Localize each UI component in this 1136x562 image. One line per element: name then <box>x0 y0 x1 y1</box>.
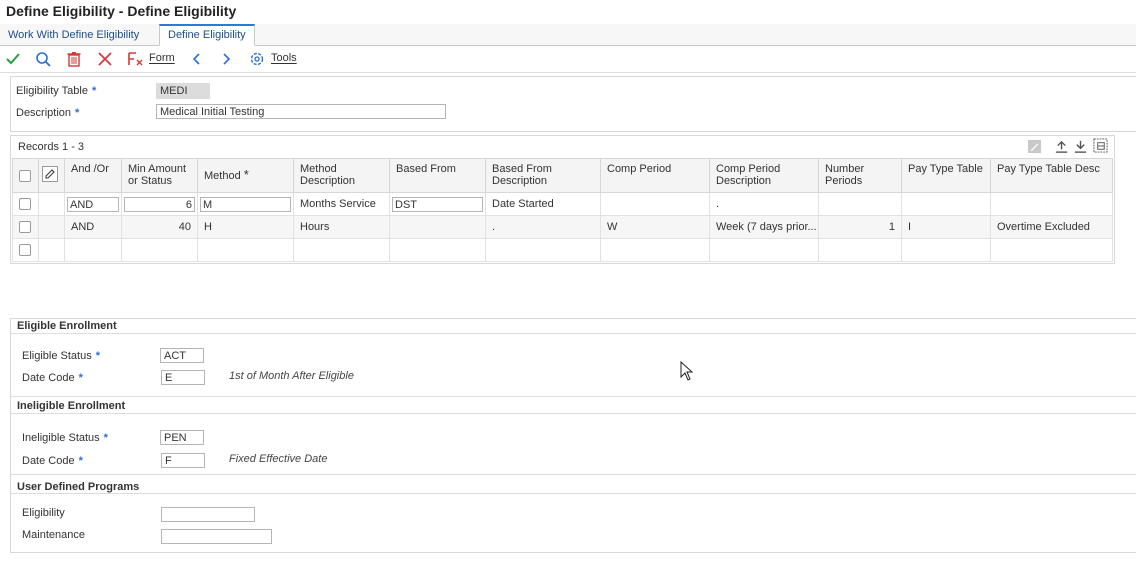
min-amount-cell[interactable]: 40 <box>121 215 198 239</box>
method-input[interactable]: M <box>200 196 291 212</box>
eligible-date-code-description: 1st of Month After Eligible <box>229 370 354 382</box>
download-icon[interactable] <box>1073 139 1088 154</box>
upload-icon[interactable] <box>1054 139 1069 154</box>
tools-menu-label[interactable]: Tools <box>271 52 297 64</box>
col-method[interactable]: Method * <box>197 158 294 193</box>
search-icon[interactable] <box>35 51 51 67</box>
pay-type-table-cell[interactable] <box>901 192 991 216</box>
ineligible-status-input[interactable]: PEN <box>160 430 204 445</box>
grid-header-row: And /Or Min Amount or Status Method * Me… <box>12 158 1113 193</box>
ineligible-date-code-description: Fixed Effective Date <box>229 453 328 465</box>
comp-period-description-cell: . <box>709 192 819 216</box>
col-number-periods[interactable]: Number Periods <box>818 158 902 193</box>
row-checkbox[interactable] <box>12 215 39 239</box>
tab-bar: Work With Define Eligibility Define Elig… <box>0 24 1136 46</box>
tab-define-eligibility[interactable]: Define Eligibility <box>159 24 255 46</box>
row-edit-cell <box>38 215 65 239</box>
section-divider <box>11 413 1136 414</box>
col-based-from[interactable]: Based From <box>389 158 486 193</box>
grid-format-icon[interactable] <box>1093 138 1108 153</box>
number-periods-cell[interactable]: 1 <box>818 215 902 239</box>
col-method-description[interactable]: Method Description <box>293 158 390 193</box>
eligible-status-label: Eligible Status * <box>22 350 100 362</box>
eligible-enrollment-title: Eligible Enrollment <box>17 320 117 332</box>
col-based-from-description[interactable]: Based From Description <box>485 158 601 193</box>
pay-type-table-cell[interactable]: I <box>901 215 991 239</box>
based-from-description-cell: . <box>485 215 601 239</box>
table-row[interactable]: AND 40 H Hours . W Week (7 days prior...… <box>12 215 1113 239</box>
min-amount-input[interactable]: 6 <box>124 196 195 212</box>
section-divider <box>11 396 1136 397</box>
eligible-date-code-input[interactable]: E <box>161 370 205 385</box>
ok-check-icon[interactable] <box>5 51 21 67</box>
pay-type-table-desc-cell <box>990 192 1113 216</box>
form-menu-icon[interactable] <box>127 51 143 67</box>
method-cell[interactable]: H <box>197 215 294 239</box>
row-checkbox[interactable] <box>12 192 39 216</box>
user-defined-programs-title: User Defined Programs <box>17 481 140 493</box>
ineligible-date-code-label: Date Code * <box>22 455 83 467</box>
based-from-description-cell: Date Started <box>485 192 601 216</box>
row-checkbox[interactable] <box>12 238 39 262</box>
description-input[interactable]: Medical Initial Testing <box>156 104 446 119</box>
toolbar: Form Tools <box>0 46 1136 73</box>
col-comp-period[interactable]: Comp Period <box>600 158 710 193</box>
edit-grid-icon[interactable] <box>1027 139 1042 154</box>
description-label: Description * <box>16 107 80 119</box>
eligibility-table-label: Eligibility Table * <box>16 85 97 97</box>
eligibility-table-field: MEDI <box>156 83 210 99</box>
row-edit-header <box>38 158 65 193</box>
comp-period-cell[interactable] <box>600 192 710 216</box>
gear-icon[interactable] <box>249 51 265 67</box>
pencil-icon <box>42 166 58 182</box>
eligibility-program-input[interactable] <box>161 507 255 522</box>
method-description-cell: Months Service <box>293 192 390 216</box>
col-min-amount[interactable]: Min Amount or Status <box>121 158 198 193</box>
col-comp-period-description[interactable]: Comp Period Description <box>709 158 819 193</box>
ineligible-status-label: Ineligible Status * <box>22 432 108 444</box>
col-and-or[interactable]: And /Or <box>64 158 122 193</box>
records-count: Records 1 - 3 <box>18 141 85 153</box>
row-edit-cell <box>38 192 65 216</box>
maintenance-program-label: Maintenance <box>22 529 85 541</box>
cancel-x-icon[interactable] <box>97 51 113 67</box>
col-pay-type-table[interactable]: Pay Type Table <box>901 158 991 193</box>
eligibility-program-label: Eligibility <box>22 507 65 519</box>
section-divider <box>11 493 1136 494</box>
tab-work-with-define-eligibility[interactable]: Work With Define Eligibility <box>0 24 147 44</box>
method-description-cell: Hours <box>293 215 390 239</box>
ineligible-enrollment-title: Ineligible Enrollment <box>17 400 126 412</box>
maintenance-program-input[interactable] <box>161 529 272 544</box>
based-from-cell[interactable] <box>389 215 486 239</box>
select-all-checkbox[interactable] <box>12 158 39 193</box>
number-periods-cell[interactable] <box>818 192 902 216</box>
ineligible-date-code-input[interactable]: F <box>161 453 205 468</box>
window-title: Define Eligibility - Define Eligibility <box>6 3 237 19</box>
mouse-cursor-icon <box>680 361 694 381</box>
col-pay-type-table-desc[interactable]: Pay Type Table Desc <box>990 158 1113 193</box>
table-row[interactable]: AND 6 M Months Service DST Date Started … <box>12 192 1113 216</box>
section-divider <box>11 474 1136 475</box>
eligible-date-code-label: Date Code * <box>22 372 83 384</box>
eligible-status-input[interactable]: ACT <box>160 348 204 363</box>
comp-period-description-cell: Week (7 days prior... <box>709 215 819 239</box>
comp-period-cell[interactable]: W <box>600 215 710 239</box>
chevron-left-icon[interactable] <box>189 51 205 67</box>
and-or-input[interactable]: AND <box>67 196 119 212</box>
pay-type-table-desc-cell: Overtime Excluded <box>990 215 1113 239</box>
and-or-cell[interactable]: AND <box>64 215 122 239</box>
table-row[interactable] <box>12 238 1113 262</box>
delete-trash-icon[interactable] <box>66 51 82 67</box>
chevron-right-icon[interactable] <box>218 51 234 67</box>
based-from-input[interactable]: DST <box>392 196 483 212</box>
records-grid: And /Or Min Amount or Status Method * Me… <box>12 158 1113 262</box>
form-menu-label[interactable]: Form <box>149 52 175 64</box>
section-divider <box>11 333 1136 334</box>
